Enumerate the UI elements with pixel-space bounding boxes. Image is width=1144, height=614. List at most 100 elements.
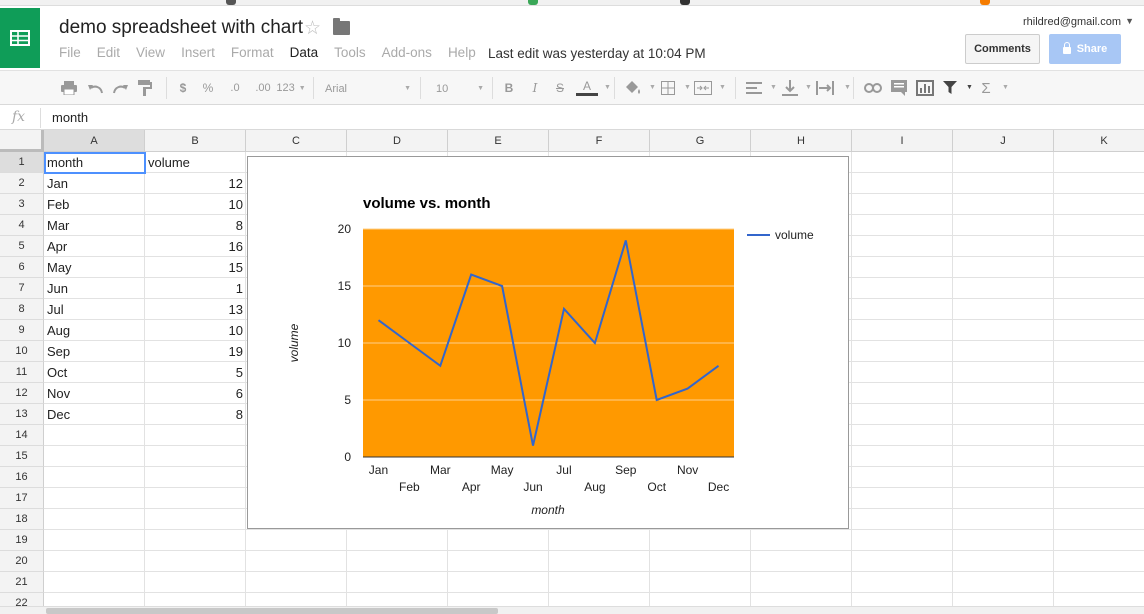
row-header-6[interactable]: 6: [0, 257, 44, 278]
chevron-down-icon[interactable]: ▼: [684, 84, 691, 91]
cell-b7[interactable]: 1: [145, 278, 246, 299]
cell-b9[interactable]: 10: [145, 320, 246, 341]
menu-format[interactable]: Format: [231, 45, 274, 63]
row-header-10[interactable]: 10: [0, 341, 44, 362]
row-header-1[interactable]: 1: [0, 152, 44, 173]
account-email[interactable]: rhildred@gmail.com: [1023, 16, 1121, 28]
embedded-chart[interactable]: volume vs. month 0 5 10 15 20 Jan Feb Mar Apr Ma…: [247, 156, 849, 529]
merge-cells-icon[interactable]: [694, 81, 712, 95]
chevron-down-icon[interactable]: ▼: [649, 84, 656, 91]
column-header-i[interactable]: I: [852, 130, 953, 152]
fill-color-icon[interactable]: [625, 81, 641, 95]
row-header-14[interactable]: 14: [0, 425, 44, 446]
cell-a3[interactable]: Feb: [44, 194, 145, 215]
cell-a4[interactable]: Mar: [44, 215, 145, 236]
horizontal-scrollbar-thumb[interactable]: [46, 608, 498, 614]
text-wrapping-icon[interactable]: [816, 81, 834, 95]
folder-icon[interactable]: [333, 18, 350, 35]
strikethrough-button[interactable]: S: [553, 79, 567, 97]
column-header-b[interactable]: B: [145, 130, 246, 152]
cell-a6[interactable]: May: [44, 257, 145, 278]
row-header-2[interactable]: 2: [0, 173, 44, 194]
cell-a8[interactable]: Jul: [44, 299, 145, 320]
document-title[interactable]: demo spreadsheet with chart: [59, 17, 303, 39]
chevron-down-icon[interactable]: ▼: [966, 84, 973, 91]
last-edit-status[interactable]: Last edit was yesterday at 10:04 PM: [488, 46, 706, 61]
horizontal-align-icon[interactable]: [746, 82, 762, 94]
column-header-e[interactable]: E: [448, 130, 549, 152]
sheets-logo[interactable]: [0, 8, 40, 68]
font-size-dropdown[interactable]: 10 ▼: [436, 78, 484, 99]
account-dropdown-icon[interactable]: ▼: [1125, 16, 1134, 26]
cell-a13[interactable]: Dec: [44, 404, 145, 425]
share-button[interactable]: Share: [1049, 34, 1121, 64]
menu-edit[interactable]: Edit: [97, 45, 120, 63]
cell-b6[interactable]: 15: [145, 257, 246, 278]
cell-b4[interactable]: 8: [145, 215, 246, 236]
cell-a11[interactable]: Oct: [44, 362, 145, 383]
percent-format-button[interactable]: %: [200, 79, 216, 97]
row-header-19[interactable]: 19: [0, 530, 44, 551]
cell-a7[interactable]: Jun: [44, 278, 145, 299]
font-family-dropdown[interactable]: Arial ▼: [325, 78, 411, 99]
column-header-f[interactable]: F: [549, 130, 650, 152]
chevron-down-icon[interactable]: ▼: [604, 84, 611, 91]
chevron-down-icon[interactable]: ▼: [770, 84, 777, 91]
italic-button[interactable]: I: [528, 79, 542, 97]
row-header-15[interactable]: 15: [0, 446, 44, 467]
cell-b8[interactable]: 13: [145, 299, 246, 320]
cell-b10[interactable]: 19: [145, 341, 246, 362]
cell-a12[interactable]: Nov: [44, 383, 145, 404]
row-header-18[interactable]: 18: [0, 509, 44, 530]
cell-b3[interactable]: 10: [145, 194, 246, 215]
borders-icon[interactable]: [661, 81, 675, 95]
row-header-20[interactable]: 20: [0, 551, 44, 572]
bold-button[interactable]: B: [502, 79, 516, 97]
print-icon[interactable]: [61, 81, 77, 95]
row-header-4[interactable]: 4: [0, 215, 44, 236]
row-header-16[interactable]: 16: [0, 467, 44, 488]
row-header-7[interactable]: 7: [0, 278, 44, 299]
cell-a5[interactable]: Apr: [44, 236, 145, 257]
insert-chart-icon[interactable]: [916, 80, 934, 96]
insert-link-icon[interactable]: [864, 83, 882, 93]
row-header-12[interactable]: 12: [0, 383, 44, 404]
column-header-j[interactable]: J: [953, 130, 1054, 152]
cell-a9[interactable]: Aug: [44, 320, 145, 341]
menu-add-ons[interactable]: Add-ons: [382, 45, 432, 63]
row-header-9[interactable]: 9: [0, 320, 44, 341]
cell-b5[interactable]: 16: [145, 236, 246, 257]
more-formats-dropdown[interactable]: 123 ▼: [276, 79, 306, 97]
currency-format-button[interactable]: $: [176, 79, 190, 97]
paint-format-icon[interactable]: [138, 80, 152, 96]
menu-data[interactable]: Data: [290, 45, 319, 63]
menu-file[interactable]: File: [59, 45, 81, 63]
cell-a10[interactable]: Sep: [44, 341, 145, 362]
horizontal-scrollbar[interactable]: [0, 606, 1144, 614]
vertical-align-icon[interactable]: [782, 80, 798, 96]
star-icon[interactable]: ☆: [304, 17, 321, 40]
redo-icon[interactable]: [112, 82, 128, 94]
select-all-corner[interactable]: [0, 130, 44, 152]
menu-help[interactable]: Help: [448, 45, 476, 63]
cell-b2[interactable]: 12: [145, 173, 246, 194]
text-color-button[interactable]: A: [576, 79, 598, 96]
menu-view[interactable]: View: [136, 45, 165, 63]
cell-b1[interactable]: volume: [145, 152, 246, 173]
column-header-d[interactable]: D: [347, 130, 448, 152]
increase-decimals-button[interactable]: .00: [252, 79, 274, 97]
functions-button[interactable]: Σ: [978, 79, 994, 97]
comments-button[interactable]: Comments: [965, 34, 1040, 64]
row-header-13[interactable]: 13: [0, 404, 44, 425]
column-header-k[interactable]: K: [1054, 130, 1144, 152]
column-header-h[interactable]: H: [751, 130, 852, 152]
row-header-5[interactable]: 5: [0, 236, 44, 257]
row-header-8[interactable]: 8: [0, 299, 44, 320]
formula-input[interactable]: month: [52, 110, 88, 125]
active-cell-selection[interactable]: [44, 152, 146, 174]
cell-b11[interactable]: 5: [145, 362, 246, 383]
filter-icon[interactable]: [943, 81, 957, 95]
chevron-down-icon[interactable]: ▼: [719, 84, 726, 91]
row-header-17[interactable]: 17: [0, 488, 44, 509]
decrease-decimals-button[interactable]: .0: [225, 79, 245, 97]
